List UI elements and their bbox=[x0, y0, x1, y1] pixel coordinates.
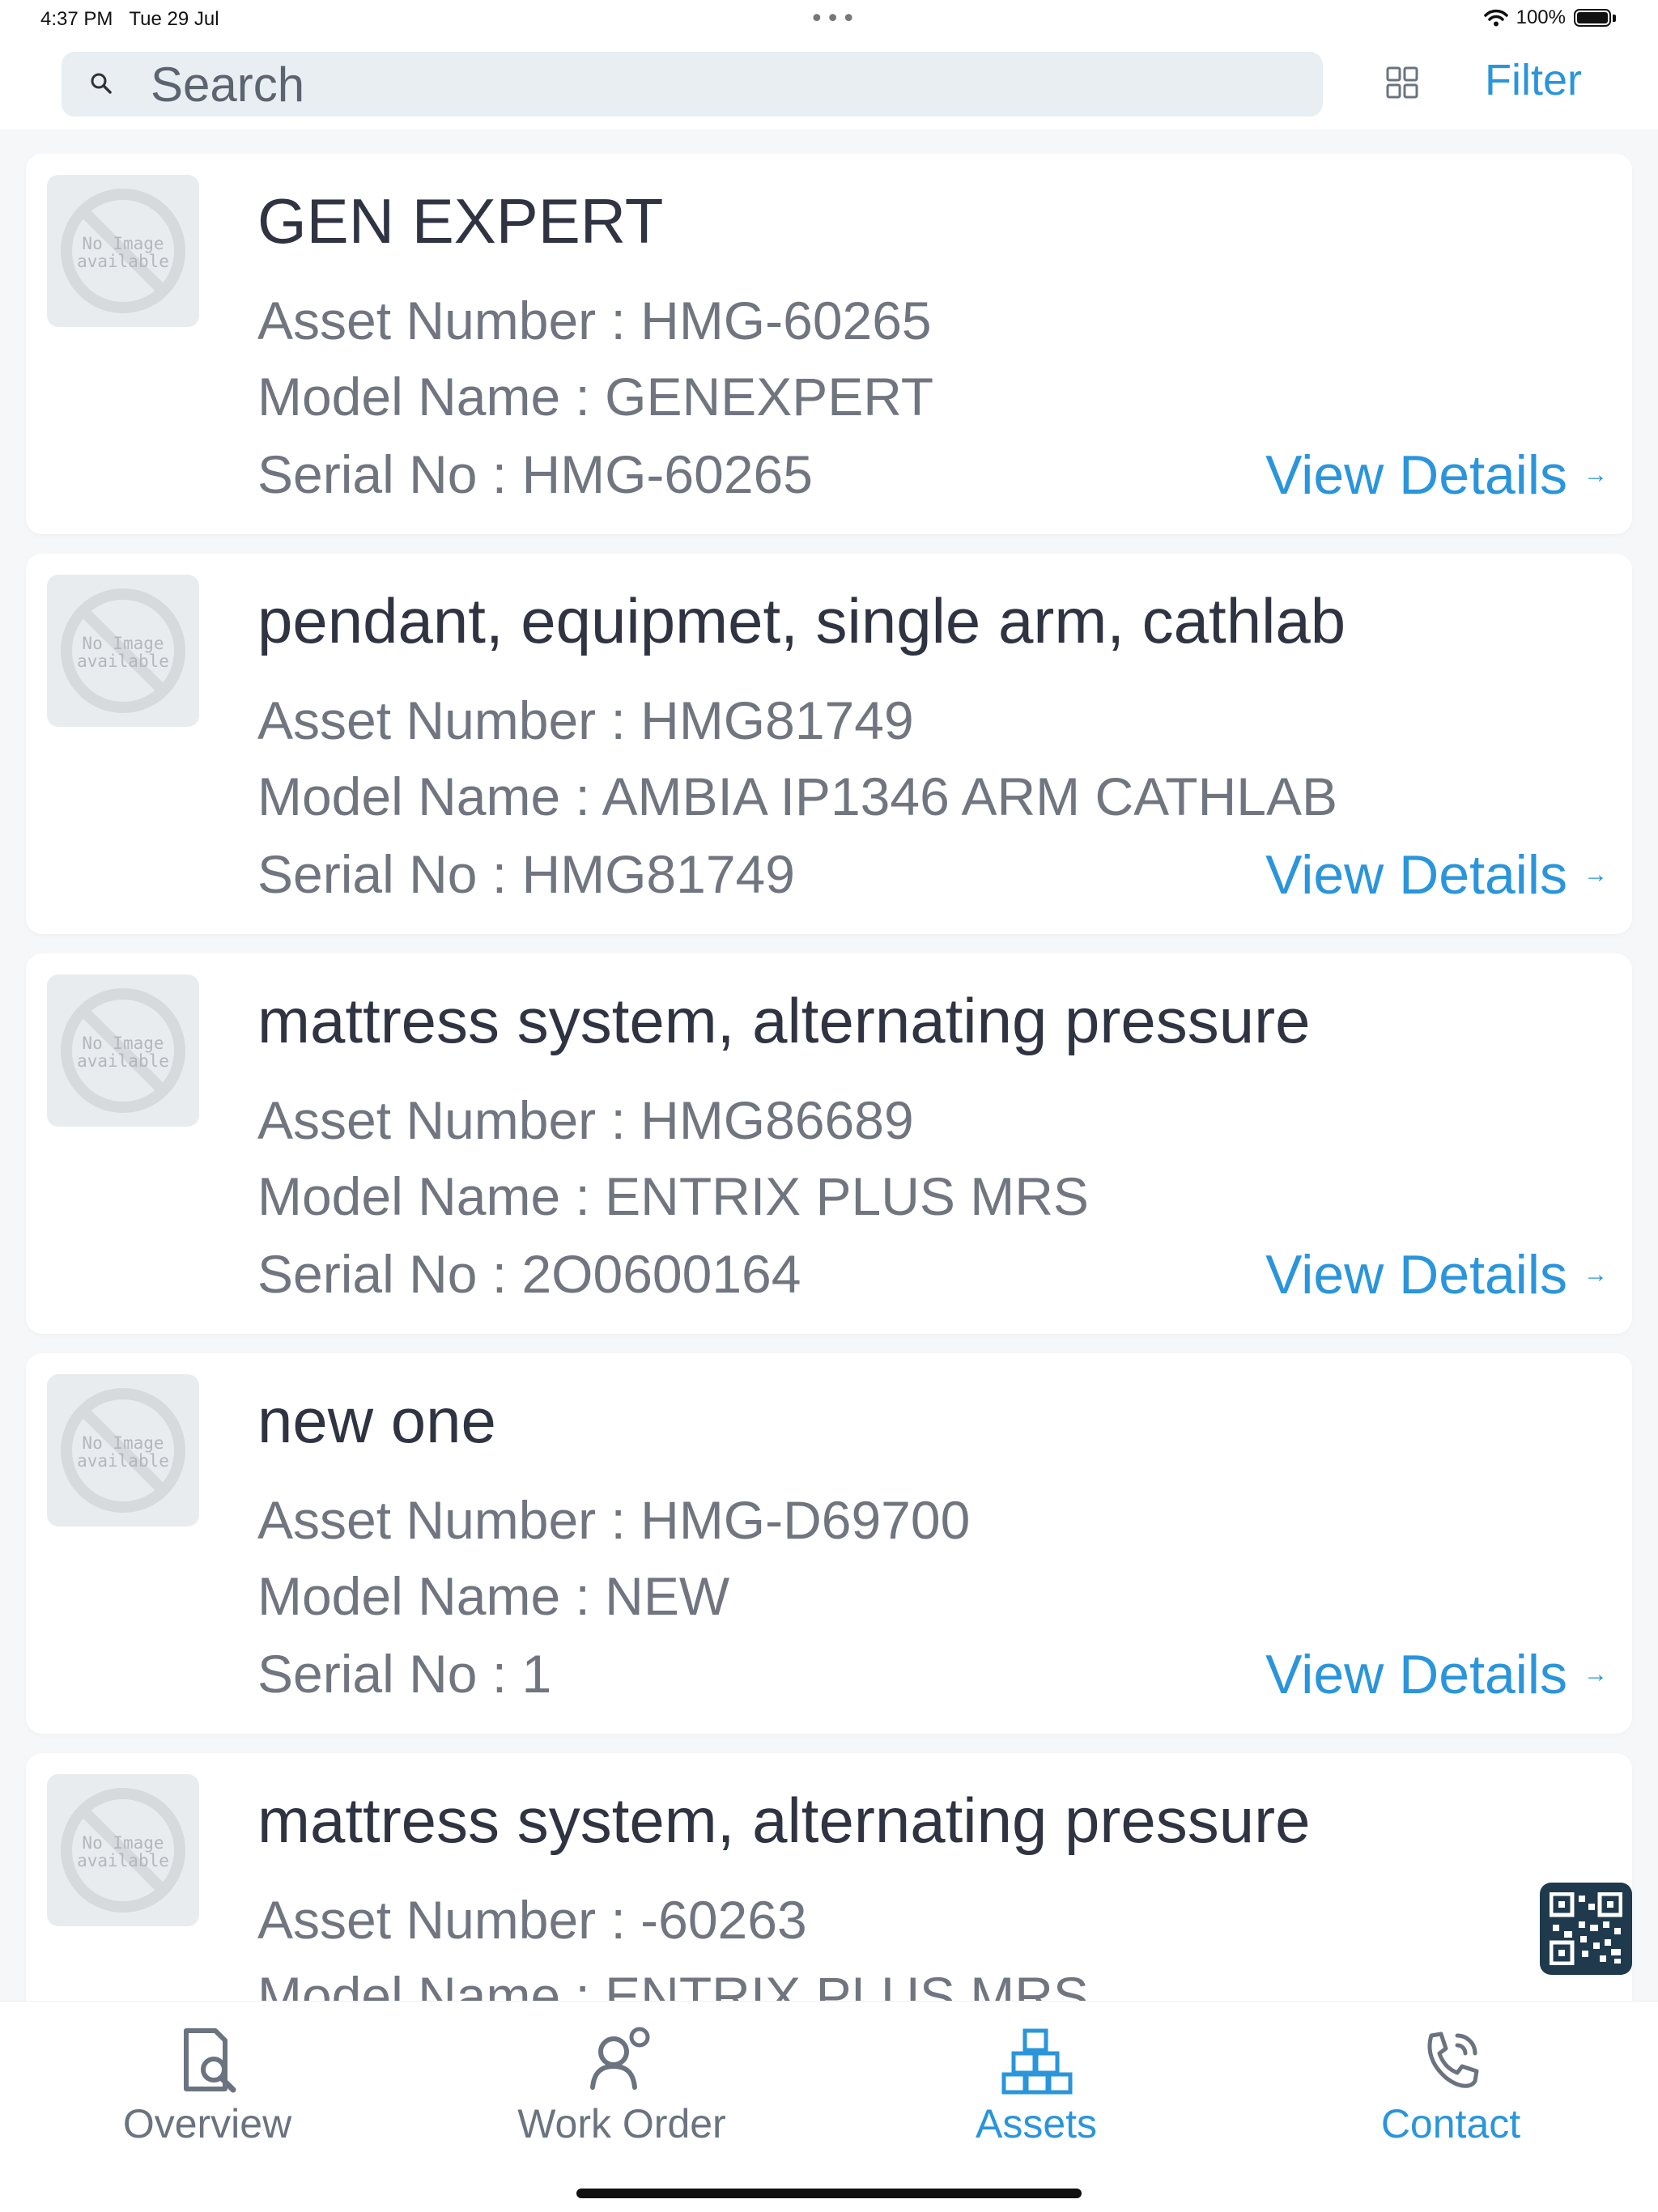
asset-title: pendant, equipmet, single arm, cathlab bbox=[257, 585, 1346, 656]
status-time: 4:37 PM Tue 29 Jul bbox=[40, 8, 219, 31]
search-icon bbox=[91, 73, 112, 94]
date-text: Tue 29 Jul bbox=[129, 8, 219, 30]
asset-card[interactable]: No Image available GEN EXPERT Asset Numb… bbox=[26, 154, 1632, 534]
asset-number: Asset Number : HMG81749 bbox=[257, 690, 914, 750]
assets-icon bbox=[1001, 2028, 1073, 2095]
asset-thumbnail: No Image available bbox=[47, 575, 199, 727]
multitask-dots-icon[interactable]: ••• bbox=[810, 5, 857, 33]
qr-code-icon bbox=[1550, 1892, 1622, 1965]
asset-title: mattress system, alternating pressure bbox=[257, 1785, 1311, 1856]
time-text: 4:37 PM bbox=[40, 8, 113, 30]
wifi-icon bbox=[1483, 9, 1508, 27]
asset-number: Asset Number : -60263 bbox=[257, 1890, 807, 1950]
model-name: Model Name : AMBIA IP1346 ARM CATHLAB bbox=[257, 766, 1337, 826]
view-details-label: View Details bbox=[1265, 1244, 1567, 1306]
no-image-text: No Image available bbox=[77, 1833, 169, 1870]
model-name: Model Name : GENEXPERT bbox=[257, 367, 934, 427]
model-name: Model Name : ENTRIX PLUS MRS bbox=[257, 1166, 1089, 1226]
serial-no: Serial No : HMG81749 bbox=[257, 844, 795, 904]
filter-button[interactable]: Filter bbox=[1485, 55, 1582, 105]
view-details-label: View Details bbox=[1265, 844, 1567, 906]
view-details-link[interactable]: View Details → bbox=[1265, 1643, 1608, 1706]
asset-number: Asset Number : HMG-D69700 bbox=[257, 1490, 971, 1550]
asset-thumbnail: No Image available bbox=[47, 1374, 199, 1526]
work-order-icon bbox=[590, 2027, 650, 2090]
top-bar: Filter bbox=[0, 40, 1658, 129]
arrow-right-icon: → bbox=[1584, 461, 1608, 488]
grid-view-icon[interactable] bbox=[1384, 65, 1420, 100]
asset-card[interactable]: No Image available mattress system, alte… bbox=[26, 953, 1632, 1334]
tab-label: Overview bbox=[122, 2101, 292, 2146]
serial-no: Serial No : 1 bbox=[257, 1644, 552, 1704]
search-bar[interactable] bbox=[62, 52, 1323, 117]
tab-label: Work Order bbox=[517, 2101, 726, 2146]
view-details-label: View Details bbox=[1265, 444, 1567, 506]
no-image-text: No Image available bbox=[77, 1433, 169, 1471]
no-image-text: No Image available bbox=[77, 634, 169, 671]
tab-label: Assets bbox=[975, 2101, 1098, 2146]
asset-number: Asset Number : HMG-60265 bbox=[257, 291, 932, 350]
status-bar: 4:37 PM Tue 29 Jul ••• 100% bbox=[0, 0, 1658, 40]
view-details-link[interactable]: View Details → bbox=[1265, 444, 1608, 507]
search-input[interactable] bbox=[151, 58, 1284, 110]
arrow-right-icon: → bbox=[1584, 1261, 1608, 1288]
asset-thumbnail: No Image available bbox=[47, 1774, 199, 1926]
serial-no: Serial No : 2O0600164 bbox=[257, 1244, 801, 1304]
battery-icon bbox=[1574, 9, 1611, 27]
tab-overview[interactable]: Overview bbox=[0, 2002, 414, 2163]
no-image-text: No Image available bbox=[77, 1034, 169, 1071]
asset-thumbnail: No Image available bbox=[47, 175, 199, 327]
contact-icon bbox=[1427, 2032, 1479, 2088]
tab-contact[interactable]: Contact bbox=[1244, 2002, 1658, 2163]
asset-title: GEN EXPERT bbox=[257, 185, 664, 257]
overview-icon bbox=[184, 2028, 236, 2093]
asset-title: new one bbox=[257, 1385, 496, 1456]
asset-title: mattress system, alternating pressure bbox=[257, 985, 1311, 1056]
view-details-label: View Details bbox=[1265, 1644, 1567, 1705]
tab-label: Contact bbox=[1380, 2101, 1521, 2146]
tab-work-order[interactable]: Work Order bbox=[414, 2002, 829, 2163]
no-image-text: No Image available bbox=[77, 234, 169, 271]
arrow-right-icon: → bbox=[1584, 1661, 1608, 1688]
arrow-right-icon: → bbox=[1584, 861, 1608, 888]
bottom-tab-bar: Overview Work Order Assets Contact bbox=[0, 2001, 1658, 2212]
tab-assets[interactable]: Assets bbox=[829, 2002, 1244, 2163]
home-indicator bbox=[576, 2189, 1082, 2198]
asset-card[interactable]: No Image available pendant, equipmet, si… bbox=[26, 554, 1632, 934]
model-name: Model Name : NEW bbox=[257, 1566, 730, 1626]
asset-card[interactable]: No Image available new one Asset Number … bbox=[26, 1353, 1632, 1734]
asset-thumbnail: No Image available bbox=[47, 974, 199, 1127]
asset-number: Asset Number : HMG86689 bbox=[257, 1090, 914, 1150]
qr-scan-button[interactable] bbox=[1540, 1883, 1632, 1975]
battery-percent: 100% bbox=[1516, 6, 1566, 28]
serial-no: Serial No : HMG-60265 bbox=[257, 444, 813, 504]
asset-list: No Image available GEN EXPERT Asset Numb… bbox=[26, 154, 1632, 2153]
status-right: 100% bbox=[1483, 6, 1616, 29]
view-details-link[interactable]: View Details → bbox=[1265, 1243, 1608, 1306]
view-details-link[interactable]: View Details → bbox=[1265, 843, 1608, 906]
